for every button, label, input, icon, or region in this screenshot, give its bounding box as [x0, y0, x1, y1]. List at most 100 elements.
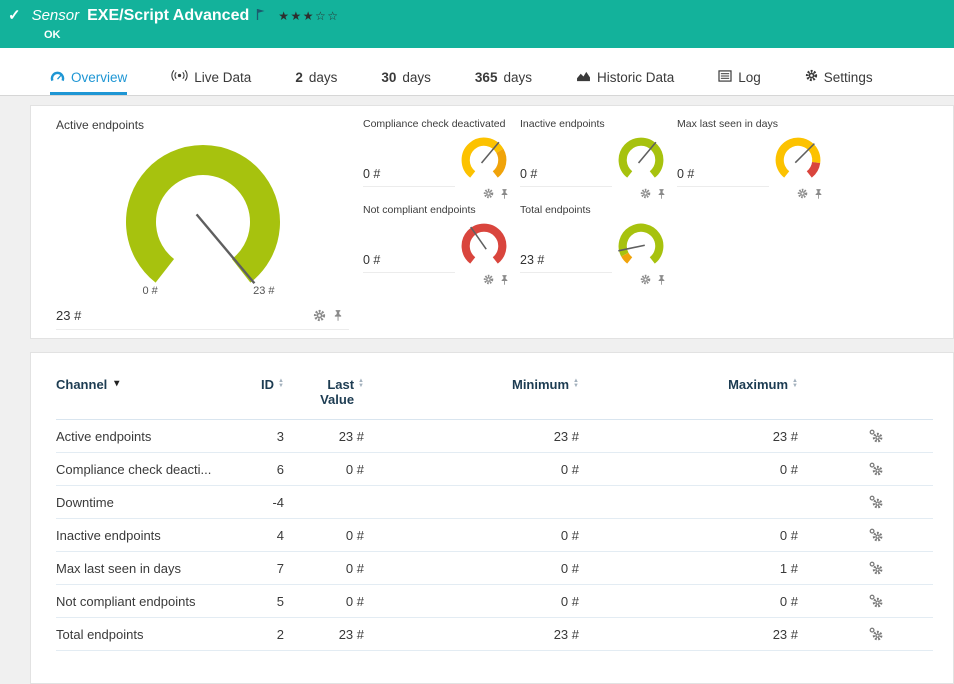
small-gauges: Compliance check deactivated 0 # Inactiv… [363, 118, 943, 330]
table-row: Max last seen in days 7 0 # 0 # 1 # [56, 552, 933, 585]
channel-maximum: 0 # [579, 462, 798, 477]
table-header-row: Channel ▾ ID ▲▼ Last Value ▲▼ Minimum ▲▼… [56, 377, 933, 420]
col-header-last-value[interactable]: Last Value ▲▼ [284, 377, 364, 407]
tab-historic-data[interactable]: Historic Data [576, 70, 674, 95]
gauge-icon [50, 70, 65, 85]
col-header-id-label: ID [261, 377, 274, 392]
table-row: Inactive endpoints 4 0 # 0 # 0 # [56, 519, 933, 552]
channel-id: 7 [246, 561, 284, 576]
channel-settings-icon[interactable] [868, 527, 884, 543]
gauge-title: Active endpoints [56, 118, 349, 132]
col-header-maximum[interactable]: Maximum ▲▼ [579, 377, 798, 392]
pin-icon[interactable] [333, 309, 343, 322]
gear-icon[interactable] [640, 274, 651, 286]
tab-2-days[interactable]: 2 days [295, 70, 337, 95]
channel-settings-icon[interactable] [868, 494, 884, 510]
tab-log-label: Log [738, 70, 761, 85]
channel-name: Not compliant endpoints [56, 594, 246, 609]
channel-name: Max last seen in days [56, 561, 246, 576]
pin-icon[interactable] [814, 188, 823, 200]
pin-icon[interactable] [500, 274, 509, 286]
gear-icon[interactable] [640, 188, 651, 200]
channel-minimum: 0 # [364, 462, 579, 477]
gauge-value: 23 # [520, 253, 544, 267]
channel-id: -4 [246, 495, 284, 510]
channel-maximum: 23 # [579, 429, 798, 444]
channel-settings-icon[interactable] [868, 626, 884, 642]
gear-icon[interactable] [797, 188, 808, 200]
gear-icon[interactable] [483, 188, 494, 200]
ok-check-icon: ✓ [8, 6, 21, 24]
tab-overview[interactable]: Overview [50, 70, 127, 95]
tab-settings[interactable]: Settings [805, 69, 873, 95]
pin-icon[interactable] [500, 188, 509, 200]
tab-2-days-label: days [309, 70, 338, 85]
tab-30-days-label: days [402, 70, 431, 85]
channel-name: Downtime [56, 495, 246, 510]
gear-icon[interactable] [483, 274, 494, 286]
channel-id: 3 [246, 429, 284, 444]
col-header-id[interactable]: ID ▲▼ [246, 377, 284, 392]
table-row: Downtime -4 [56, 486, 933, 519]
priority-stars[interactable]: ★★★☆☆ [278, 9, 339, 23]
channel-id: 2 [246, 627, 284, 642]
gauge-chart [612, 133, 670, 187]
small-gauge-block: Inactive endpoints 0 # [520, 118, 670, 200]
gauge-chart [769, 133, 827, 187]
log-icon [718, 70, 732, 85]
channel-minimum: 0 # [364, 594, 579, 609]
sort-icon: ▲▼ [792, 379, 798, 389]
tab-overview-label: Overview [71, 70, 127, 85]
object-kind-label: Sensor [32, 7, 80, 24]
pin-icon[interactable] [657, 274, 666, 286]
tab-log[interactable]: Log [718, 70, 761, 95]
col-header-channel[interactable]: Channel ▾ [56, 377, 246, 392]
channel-last-value: 0 # [284, 462, 364, 477]
gauge-value: 0 # [520, 167, 537, 181]
priority-flag-icon[interactable] [256, 8, 266, 26]
tab-365-days[interactable]: 365 days [475, 70, 532, 95]
gauge-scale-max: 23 # [253, 285, 274, 297]
channel-name: Total endpoints [56, 627, 246, 642]
channel-maximum: 0 # [579, 594, 798, 609]
channel-settings-icon[interactable] [868, 428, 884, 444]
col-header-channel-label: Channel [56, 377, 107, 392]
pin-icon[interactable] [657, 188, 666, 200]
tab-365-days-label: days [503, 70, 532, 85]
tab-live-data[interactable]: Live Data [171, 69, 251, 95]
tab-historic-data-label: Historic Data [597, 70, 674, 85]
tab-2-days-number: 2 [295, 70, 303, 85]
gauge-title: Compliance check deactivated [363, 118, 513, 133]
channel-last-value: 0 # [284, 561, 364, 576]
table-row: Active endpoints 3 23 # 23 # 23 # [56, 420, 933, 453]
channel-settings-icon[interactable] [868, 560, 884, 576]
gauge-title: Total endpoints [520, 204, 670, 219]
channel-minimum: 23 # [364, 627, 579, 642]
gauge-chart [455, 133, 513, 187]
gauge-title: Not compliant endpoints [363, 204, 513, 219]
tab-live-data-label: Live Data [194, 70, 251, 85]
channel-settings-icon[interactable] [868, 593, 884, 609]
gear-icon[interactable] [313, 309, 326, 322]
tab-settings-label: Settings [824, 70, 873, 85]
channel-last-value: 23 # [284, 429, 364, 444]
channel-minimum: 0 # [364, 561, 579, 576]
sensor-title: EXE/Script Advanced [87, 7, 249, 25]
historic-chart-icon [576, 70, 591, 85]
channel-name: Active endpoints [56, 429, 246, 444]
small-gauge-block: Compliance check deactivated 0 # [363, 118, 513, 200]
channel-name: Inactive endpoints [56, 528, 246, 543]
channel-settings-icon[interactable] [868, 461, 884, 477]
gauge-chart [103, 134, 303, 306]
channel-name: Compliance check deacti... [56, 462, 246, 477]
channel-last-value: 0 # [284, 594, 364, 609]
table-row: Not compliant endpoints 5 0 # 0 # 0 # [56, 585, 933, 618]
content-area: Active endpoints 0 # 23 # 23 # Complianc… [0, 96, 954, 684]
gauge-value: 23 # [56, 308, 81, 323]
sensor-header: ✓ Sensor EXE/Script Advanced ★★★☆☆ OK [0, 0, 954, 48]
tab-30-days[interactable]: 30 days [381, 70, 431, 95]
gear-icon [805, 69, 818, 85]
channel-table-panel: Channel ▾ ID ▲▼ Last Value ▲▼ Minimum ▲▼… [30, 352, 954, 684]
col-header-minimum[interactable]: Minimum ▲▼ [364, 377, 579, 392]
channel-id: 5 [246, 594, 284, 609]
